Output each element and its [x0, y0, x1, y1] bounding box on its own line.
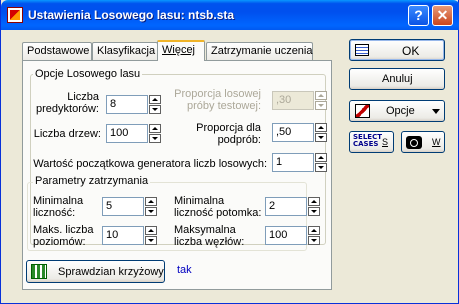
- max-levels-spinner[interactable]: [145, 226, 157, 245]
- tab-label: Podstawowe: [27, 45, 90, 57]
- label-line: liczność potomka:: [174, 207, 262, 219]
- tab-wiecej[interactable]: Więcej: [157, 40, 205, 61]
- options-label: Opcje: [386, 105, 415, 117]
- min-n-input[interactable]: 5: [102, 197, 144, 216]
- window-title: Ustawienia Losowego lasu: ntsb.sta: [28, 8, 235, 22]
- spin-up-icon[interactable]: [145, 197, 157, 206]
- max-nodes-input[interactable]: 100: [265, 226, 307, 245]
- subsample-spinner[interactable]: [315, 123, 327, 142]
- label-line: Liczba: [67, 91, 99, 103]
- spin-up-icon[interactable]: [149, 124, 161, 133]
- min-child-input[interactable]: 2: [265, 197, 307, 216]
- tab-klasyfikacja[interactable]: Klasyfikacja: [92, 42, 158, 60]
- max-levels-input[interactable]: 10: [102, 226, 144, 245]
- tab-label: Więcej: [162, 44, 196, 56]
- tab-panel: Opcje Losowego lasu Liczba predyktorów: 8…: [22, 60, 332, 290]
- label-line: podprób:: [217, 134, 261, 146]
- num-predictors-label: Liczba predyktorów:: [27, 91, 99, 115]
- cross-validation-button[interactable]: Sprawdzian krzyżowy: [26, 260, 165, 283]
- spin-up-icon[interactable]: [315, 91, 327, 100]
- seed-label-text: Wartość początkowa generatora liczb loso…: [33, 158, 267, 170]
- spin-down-icon[interactable]: [315, 133, 327, 142]
- spin-up-icon[interactable]: [315, 123, 327, 132]
- cancel-button[interactable]: Anuluj: [349, 68, 445, 90]
- tab-podstawowe[interactable]: Podstawowe: [22, 42, 92, 60]
- app-icon: [7, 7, 23, 23]
- spin-up-icon[interactable]: [308, 197, 320, 206]
- seed-spinner[interactable]: [315, 153, 327, 172]
- options-group-title: Opcje Losowego lasu: [33, 68, 143, 80]
- spin-down-icon[interactable]: [145, 207, 157, 216]
- close-button[interactable]: ✕: [432, 5, 453, 26]
- select-cases-button[interactable]: SELECT CASES S: [349, 131, 394, 153]
- subsample-input[interactable]: ,50: [272, 123, 314, 142]
- tab-label: Zatrzymanie uczenia: [211, 45, 313, 57]
- spin-up-icon[interactable]: [308, 226, 320, 235]
- cross-validation-label: Sprawdzian krzyżowy: [58, 266, 164, 278]
- tab-label: Klasyfikacja: [97, 45, 156, 57]
- cancel-label: Anuluj: [382, 73, 413, 85]
- num-trees-label: Liczba drzew:: [33, 128, 101, 140]
- spin-down-icon[interactable]: [149, 134, 161, 143]
- cross-validation-status: tak: [177, 264, 192, 276]
- test-sample-input[interactable]: ,30: [272, 91, 314, 110]
- select-cases-icon: SELECT CASES: [353, 134, 382, 148]
- label-line: Minimalna: [33, 195, 84, 207]
- num-trees-input[interactable]: 100: [106, 124, 148, 143]
- max-nodes-spinner[interactable]: [308, 226, 320, 245]
- options-icon: [355, 104, 370, 118]
- num-predictors-spinner[interactable]: [149, 95, 161, 114]
- label-line: Maks. liczba: [33, 224, 94, 236]
- spin-down-icon[interactable]: [149, 105, 161, 114]
- max-levels-label: Maks. liczba poziomów:: [33, 224, 97, 248]
- spin-up-icon[interactable]: [149, 95, 161, 104]
- select-cases-key: S: [382, 137, 389, 147]
- spin-down-icon[interactable]: [308, 207, 320, 216]
- label-line: Minimalna: [174, 195, 225, 207]
- ok-button[interactable]: OK: [349, 39, 445, 61]
- spin-down-icon[interactable]: [315, 101, 327, 110]
- max-nodes-label: Maksymalna liczba węzłów:: [174, 224, 262, 248]
- cross-validation-icon: [31, 264, 47, 279]
- label-line: poziomów:: [33, 236, 86, 248]
- label-line: predyktorów:: [36, 103, 99, 115]
- weight-button[interactable]: W: [401, 131, 445, 153]
- test-sample-label: Proporcja losowej próby testowej:: [173, 88, 261, 112]
- label-line: liczność:: [33, 207, 76, 219]
- min-n-label: Minimalna liczność:: [33, 195, 89, 219]
- stop-group-title: Parametry zatrzymania: [33, 175, 151, 187]
- label-line: próby testowej:: [187, 100, 261, 112]
- min-n-spinner[interactable]: [145, 197, 157, 216]
- label-line: Proporcja dla: [196, 122, 261, 134]
- min-child-label: Minimalna liczność potomka:: [174, 195, 262, 219]
- help-button[interactable]: ?: [408, 5, 429, 26]
- spin-down-icon[interactable]: [145, 236, 157, 245]
- ok-label: OK: [402, 44, 420, 58]
- weight-icon: [406, 136, 422, 149]
- spin-up-icon[interactable]: [315, 153, 327, 162]
- label-line: liczba węzłów:: [174, 236, 245, 248]
- chevron-down-icon: [432, 109, 440, 114]
- seed-input[interactable]: 1: [272, 153, 314, 172]
- min-child-spinner[interactable]: [308, 197, 320, 216]
- subsample-label: Proporcja dla podprób:: [183, 122, 261, 146]
- select-cases-line2: CASES: [353, 140, 379, 148]
- weight-key: W: [432, 137, 441, 147]
- num-predictors-input[interactable]: 8: [106, 95, 148, 114]
- ok-icon: [355, 44, 369, 56]
- test-sample-spinner[interactable]: [315, 91, 327, 110]
- label-line: Proporcja losowej: [174, 88, 261, 100]
- label-line: Maksymalna: [174, 224, 236, 236]
- spin-down-icon[interactable]: [308, 236, 320, 245]
- num-trees-spinner[interactable]: [149, 124, 161, 143]
- dialog-window: Ustawienia Losowego lasu: ntsb.sta ? ✕ P…: [0, 0, 459, 304]
- options-button[interactable]: Opcje: [349, 100, 445, 122]
- title-bar[interactable]: Ustawienia Losowego lasu: ntsb.sta ? ✕: [1, 0, 459, 30]
- tab-zatrzymanie-uczenia[interactable]: Zatrzymanie uczenia: [206, 42, 313, 60]
- spin-down-icon[interactable]: [315, 163, 327, 172]
- spin-up-icon[interactable]: [145, 226, 157, 235]
